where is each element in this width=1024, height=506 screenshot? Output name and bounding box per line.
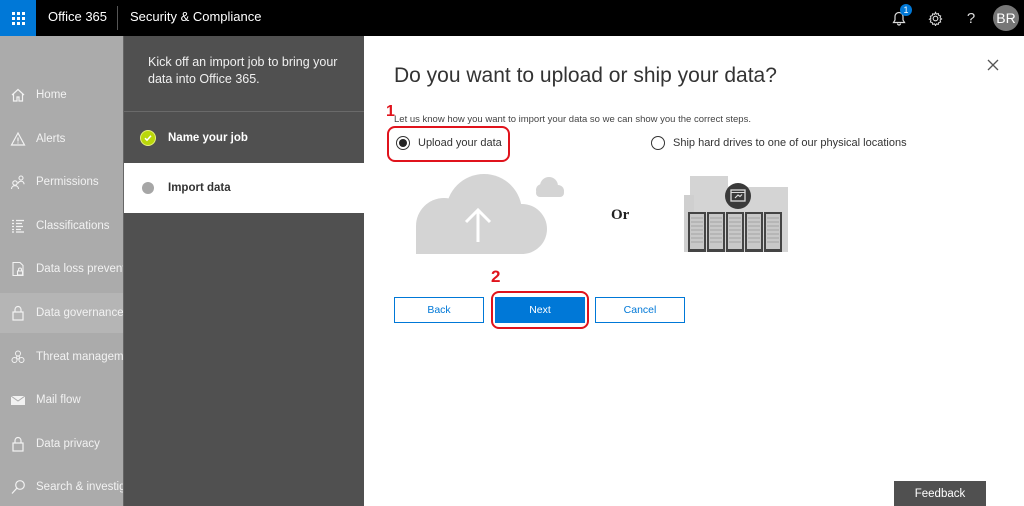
top-bar: Office 365 Security & Compliance 1 ? BR xyxy=(0,0,1024,36)
import-panel: Do you want to upload or ship your data?… xyxy=(364,36,1024,506)
sidebar-item-label: Data governance xyxy=(36,307,123,319)
sidebar-item-permissions[interactable]: Permissions xyxy=(0,162,123,202)
biohazard-icon xyxy=(0,349,36,365)
sidebar-item-label: Search & investigation xyxy=(36,481,123,493)
sidebar-item-label: Mail flow xyxy=(36,394,81,406)
sidebar-nav: Home Alerts Permissions Classifications … xyxy=(0,36,123,506)
divider xyxy=(117,6,118,30)
divider xyxy=(124,111,365,112)
wizard-step-import-data[interactable]: Import data xyxy=(124,163,365,213)
notification-badge: 1 xyxy=(900,4,912,16)
sidebar-item-label: Data privacy xyxy=(36,438,100,450)
sidebar-item-label: Home xyxy=(36,89,67,101)
sidebar-item-data-privacy[interactable]: Data privacy xyxy=(0,424,123,464)
annotation-highlight-upload xyxy=(387,126,510,162)
radio-unchecked-icon xyxy=(651,136,665,150)
gear-icon xyxy=(927,10,942,26)
datacenter-illustration xyxy=(684,176,788,252)
sidebar-item-label: Data loss prevention xyxy=(36,263,123,275)
app-title[interactable]: Security & Compliance xyxy=(130,9,262,24)
sidebar-item-search-investigation[interactable]: Search & investigation xyxy=(0,467,123,506)
sidebar-item-label: Alerts xyxy=(36,133,66,145)
search-icon xyxy=(0,479,36,495)
step-label: Import data xyxy=(168,182,231,194)
sidebar-item-data-loss-prevention[interactable]: Data loss prevention xyxy=(0,249,123,289)
wizard-intro: Kick off an import job to bring your dat… xyxy=(148,55,338,86)
home-icon xyxy=(0,87,36,103)
help-button[interactable]: ? xyxy=(953,0,989,36)
mail-icon xyxy=(0,392,36,408)
sidebar-item-threat-management[interactable]: Threat management xyxy=(0,337,123,377)
user-avatar[interactable]: BR xyxy=(993,5,1019,31)
lock-icon xyxy=(0,305,36,321)
wizard-step-name-your-job[interactable]: Name your job xyxy=(124,113,365,163)
settings-button[interactable] xyxy=(917,0,953,36)
sidebar-item-mail-flow[interactable]: Mail flow xyxy=(0,380,123,420)
sidebar-item-alerts[interactable]: Alerts xyxy=(0,119,123,159)
close-button[interactable] xyxy=(984,56,1002,74)
notifications-button[interactable]: 1 xyxy=(881,0,917,36)
back-button[interactable]: Back xyxy=(394,297,484,323)
help-icon: ? xyxy=(966,9,976,27)
sidebar-item-label: Threat management xyxy=(36,351,123,363)
lock-icon xyxy=(0,436,36,452)
sidebar-item-classifications[interactable]: Classifications xyxy=(0,206,123,246)
sidebar-item-data-governance[interactable]: Data governance xyxy=(0,293,123,333)
wizard-steps-panel: Kick off an import job to bring your dat… xyxy=(123,36,365,506)
step-label: Name your job xyxy=(168,132,248,144)
annotation-number-2: 2 xyxy=(491,267,501,286)
panel-description: Let us know how you want to import your … xyxy=(394,114,751,125)
list-icon xyxy=(0,218,36,234)
alert-icon xyxy=(0,131,36,147)
app-launcher-button[interactable] xyxy=(0,0,36,36)
dlp-icon xyxy=(0,261,36,277)
close-icon xyxy=(987,59,999,71)
radio-label: Ship hard drives to one of our physical … xyxy=(673,137,907,149)
feedback-button[interactable]: Feedback xyxy=(894,481,986,506)
or-label: Or xyxy=(611,207,630,223)
sidebar-item-home[interactable]: Home xyxy=(0,75,123,115)
ship-drives-radio[interactable]: Ship hard drives to one of our physical … xyxy=(651,136,907,150)
permissions-icon xyxy=(0,174,36,190)
annotation-number-1: 1 xyxy=(386,103,395,120)
sidebar-item-label: Classifications xyxy=(36,220,110,232)
office-365-link[interactable]: Office 365 xyxy=(48,9,107,24)
step-dot-icon xyxy=(142,182,154,194)
cancel-button[interactable]: Cancel xyxy=(595,297,685,323)
panel-title: Do you want to upload or ship your data? xyxy=(394,64,777,87)
annotation-highlight-next xyxy=(491,291,589,329)
checkmark-icon xyxy=(140,130,156,146)
sidebar-item-label: Permissions xyxy=(36,176,99,188)
cloud-upload-illustration xyxy=(416,174,564,254)
waffle-icon xyxy=(11,11,25,25)
